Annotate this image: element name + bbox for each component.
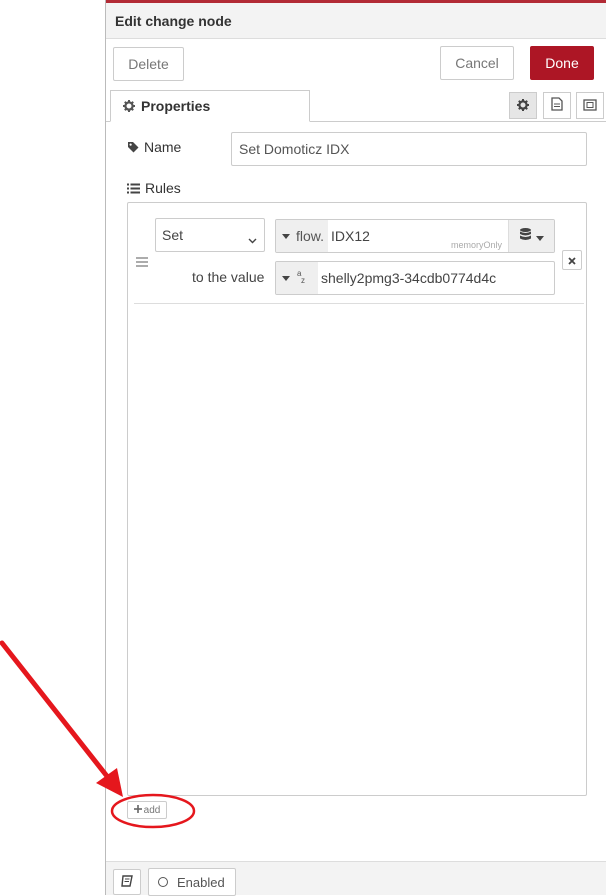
tray-header: Edit change node [106, 3, 606, 39]
book-icon [121, 874, 133, 890]
rule-value-input[interactable]: az shelly2pmg3-34cdb0774d4c [275, 261, 555, 295]
rules-label-row: Rules [127, 180, 181, 196]
plus-icon [133, 804, 142, 816]
remove-rule-button[interactable] [562, 250, 582, 270]
database-icon [519, 228, 531, 244]
add-rule-button[interactable]: add [127, 801, 167, 819]
rule-action-value: Set [162, 227, 184, 243]
node-help-button[interactable] [113, 869, 141, 895]
rule-value: shelly2pmg3-34cdb0774d4c [321, 270, 497, 286]
enabled-label: Enabled [177, 874, 225, 890]
tab-properties[interactable]: Properties [110, 90, 310, 122]
document-icon [551, 97, 563, 114]
property-value: IDX12 [331, 228, 370, 244]
az-string-icon: az [296, 269, 308, 287]
chevron-down-icon [248, 231, 257, 247]
rule-item: Set flow. IDX12 memoryOnly to the value … [134, 208, 584, 304]
list-icon [127, 183, 140, 194]
value-type-selector[interactable]: az [276, 262, 318, 294]
rule-action-select[interactable]: Set [155, 218, 265, 252]
tray-footer: Enabled [106, 861, 606, 896]
name-label-row: Name [127, 139, 181, 155]
drag-handle-icon[interactable] [136, 254, 148, 270]
enabled-toggle[interactable]: Enabled [148, 868, 236, 896]
to-value-label: to the value [192, 269, 265, 285]
tag-icon [127, 141, 139, 153]
cancel-button[interactable]: Cancel [440, 46, 514, 80]
edit-tray: Edit change node Delete Cancel Done Prop… [105, 0, 606, 896]
add-rule-label: add [143, 804, 161, 816]
caret-down-icon [282, 275, 290, 281]
name-input[interactable] [231, 132, 587, 166]
done-button[interactable]: Done [530, 46, 594, 80]
tray-title: Edit change node [115, 13, 232, 29]
tab-settings-button[interactable] [509, 92, 537, 119]
gear-icon [123, 100, 135, 112]
rule-property-input[interactable]: flow. IDX12 memoryOnly [275, 219, 555, 253]
name-label: Name [144, 139, 182, 155]
gear-icon [517, 98, 529, 114]
svg-text:z: z [301, 276, 305, 284]
circle-icon [158, 877, 168, 887]
property-type-label: flow. [296, 228, 325, 244]
workspace-blank [0, 0, 105, 895]
rules-label: Rules [145, 180, 181, 196]
delete-button[interactable]: Delete [113, 47, 184, 81]
caret-down-icon [535, 228, 544, 244]
frame-icon [583, 98, 597, 114]
property-type-selector[interactable]: flow. [276, 220, 328, 252]
tab-properties-label: Properties [141, 98, 211, 114]
tab-description-button[interactable] [543, 92, 571, 119]
caret-down-icon [282, 233, 290, 239]
tab-appearance-button[interactable] [576, 92, 604, 119]
context-store-selector[interactable] [508, 220, 554, 252]
remove-icon [568, 252, 576, 268]
rules-list[interactable]: Set flow. IDX12 memoryOnly to the value … [127, 202, 587, 796]
context-store-label: memoryOnly [450, 240, 502, 250]
